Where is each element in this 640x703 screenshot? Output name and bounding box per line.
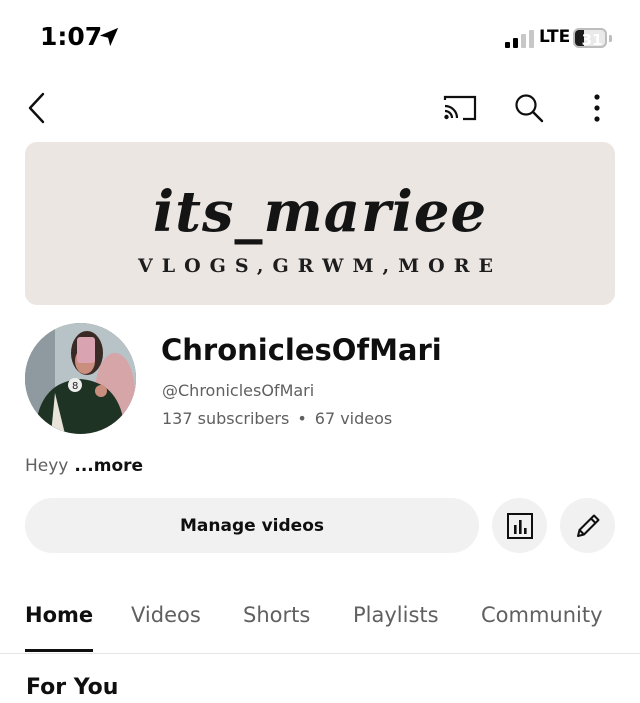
signal-strength-icon [505, 30, 534, 48]
search-button[interactable] [507, 86, 551, 130]
status-bar: 1:07 LTE 31 [0, 0, 640, 76]
more-options-button[interactable] [575, 86, 619, 130]
status-time: 1:07 [40, 22, 103, 51]
channel-description[interactable]: Heyy ...more [25, 456, 143, 476]
tab-videos[interactable]: Videos [131, 603, 201, 627]
channel-stats: 137 subscribers • 67 videos [162, 409, 392, 428]
back-button[interactable] [15, 86, 59, 130]
analytics-icon [506, 512, 533, 539]
battery-icon: 31 [573, 28, 613, 48]
battery-level: 31 [581, 31, 603, 48]
stats-separator: • [297, 409, 307, 428]
pencil-edit-icon [576, 514, 599, 537]
cast-icon [443, 95, 477, 121]
analytics-button[interactable] [492, 498, 547, 553]
avatar-photo: 8 [25, 323, 136, 434]
search-icon [515, 94, 544, 123]
svg-text:8: 8 [72, 381, 78, 392]
subscriber-count: 137 subscribers [162, 409, 290, 428]
more-link[interactable]: ...more [74, 456, 143, 476]
video-count: 67 videos [314, 409, 393, 428]
edit-channel-button[interactable] [560, 498, 615, 553]
tab-home[interactable]: Home [25, 603, 93, 627]
manage-videos-button[interactable]: Manage videos [25, 498, 479, 553]
description-text: Heyy [25, 456, 69, 476]
channel-handle: @ChroniclesOfMari [162, 381, 315, 400]
channel-name: ChroniclesOfMari [161, 333, 442, 367]
more-vertical-icon [594, 94, 600, 122]
back-chevron-icon [28, 92, 45, 124]
channel-banner: its_mariee VLOGS,GRWM,MORE [25, 142, 615, 305]
tab-community[interactable]: Community [481, 603, 603, 627]
banner-tagline: VLOGS,GRWM,MORE [138, 255, 502, 277]
section-title: For You [26, 675, 119, 700]
avatar[interactable]: 8 [25, 323, 136, 434]
banner-title: its_mariee [152, 179, 488, 245]
channel-tabs: Home Videos Shorts Playlists Community [0, 585, 640, 654]
network-label: LTE [539, 27, 571, 47]
tab-playlists[interactable]: Playlists [353, 603, 439, 627]
cast-button[interactable] [438, 86, 482, 130]
tab-shorts[interactable]: Shorts [243, 603, 310, 627]
app-bar [0, 78, 640, 138]
active-tab-indicator [25, 649, 93, 652]
location-arrow-icon [99, 27, 119, 47]
